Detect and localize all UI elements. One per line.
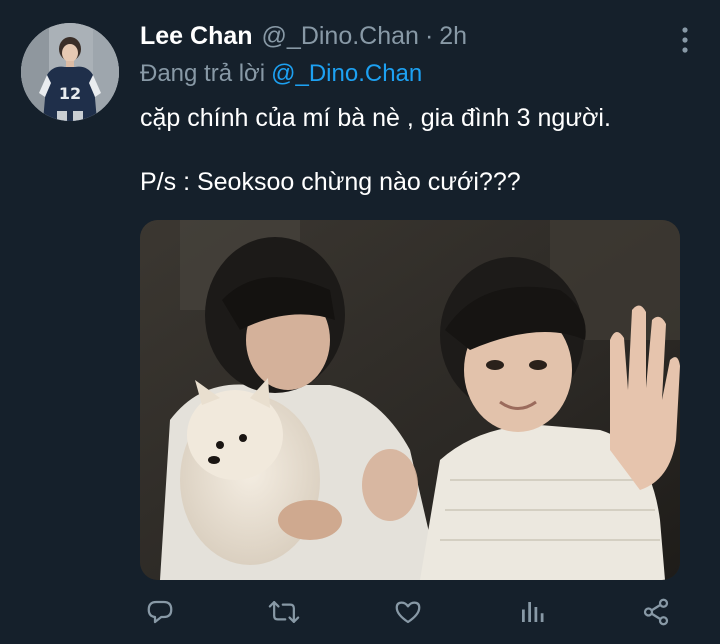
- tweet-media-photo[interactable]: [140, 220, 680, 580]
- share-nodes-icon: [643, 598, 669, 626]
- replying-to-label: Đang trả lời: [140, 60, 266, 87]
- bar-chart-icon: [522, 602, 544, 622]
- photo-illustration: [140, 220, 680, 580]
- tweet-text-line-2: P/s : Seoksoo chừng nào cưới???: [140, 168, 521, 196]
- share-button[interactable]: [636, 592, 676, 632]
- tweet-action-bar: [140, 592, 680, 632]
- tweet-header: Lee Chan @_Dino.Chan · 2h: [140, 22, 467, 58]
- tweet-text-line-1: cặp chính của mí bà nè , gia đình 3 ngườ…: [140, 104, 611, 132]
- analytics-button[interactable]: [512, 592, 552, 632]
- comment-bubble-icon: [147, 600, 173, 624]
- retweet-arrows-icon: [268, 601, 300, 623]
- reply-mention-link[interactable]: @_Dino.Chan: [271, 60, 422, 87]
- replying-to: Đang trả lời @_Dino.Chan: [140, 60, 422, 88]
- header-separator: ·: [424, 22, 434, 50]
- timestamp[interactable]: 2h: [439, 22, 467, 51]
- author-name[interactable]: Lee Chan: [140, 22, 253, 51]
- avatar-jersey-number: 12: [59, 84, 81, 103]
- more-vertical-icon: [682, 27, 688, 53]
- avatar-photo: 12: [21, 23, 119, 121]
- author-handle[interactable]: @_Dino.Chan: [262, 22, 419, 51]
- retweet-button[interactable]: [264, 592, 304, 632]
- reply-button[interactable]: [140, 592, 180, 632]
- avatar[interactable]: 12: [21, 23, 119, 121]
- tweet-card[interactable]: 12 Lee Chan @_Dino.Chan · 2h Đang trả lờ…: [0, 0, 720, 644]
- more-options-button[interactable]: [680, 26, 690, 54]
- heart-outline-icon: [395, 601, 421, 624]
- like-button[interactable]: [388, 592, 428, 632]
